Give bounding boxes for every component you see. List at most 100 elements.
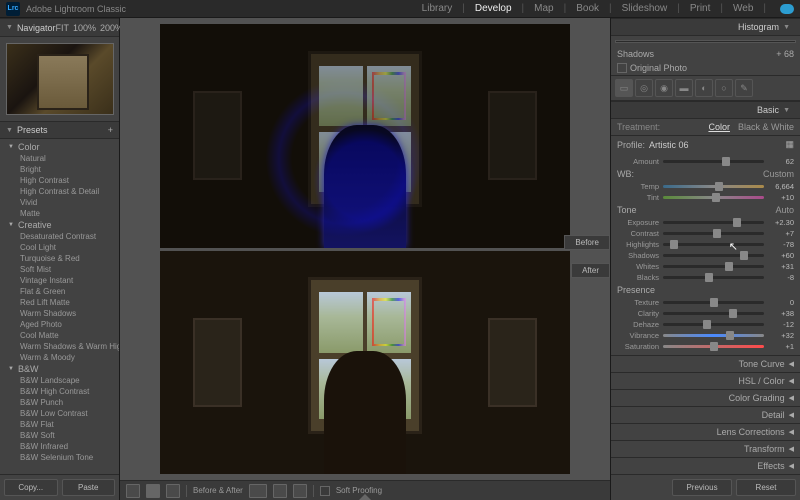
preset-item[interactable]: B&W High Contrast [0,386,119,397]
preset-item[interactable]: Natural [0,153,119,164]
preset-item[interactable]: B&W Flat [0,419,119,430]
slider-track[interactable] [663,265,764,268]
triangle-icon: ▼ [6,127,13,134]
compare-view-icon[interactable] [146,484,160,498]
panel-section[interactable]: Color Grading◀ [611,389,800,406]
profile-grid-icon[interactable]: ▦ [785,139,794,150]
reset-button[interactable]: Reset [736,479,796,496]
brush-tool-icon[interactable]: ✎ [735,79,753,97]
slider-track[interactable] [663,160,764,163]
panel-section[interactable]: Tone Curve◀ [611,355,800,372]
slider-track[interactable] [663,301,764,304]
mask-tool-icon[interactable]: ▬ [675,79,693,97]
preset-item[interactable]: B&W Landscape [0,375,119,386]
preset-item[interactable]: Warm & Moody [0,352,119,363]
preset-item[interactable]: Red Lift Matte [0,297,119,308]
module-slideshow[interactable]: Slideshow [622,3,668,14]
loupe-view-icon[interactable] [126,484,140,498]
before-label[interactable]: Before [564,235,610,250]
module-web[interactable]: Web [733,3,753,14]
filmstrip-toggle-icon[interactable] [359,494,371,500]
preset-item[interactable]: B&W Punch [0,397,119,408]
preset-item[interactable]: Aged Photo [0,319,119,330]
previous-button[interactable]: Previous [672,479,732,496]
preset-item[interactable]: Warm Shadows [0,308,119,319]
preset-group[interactable]: ▼B&W [0,363,119,375]
preset-item[interactable]: B&W Low Contrast [0,408,119,419]
preset-item[interactable]: Warm Shadows & Warm Highlights [0,341,119,352]
paste-button[interactable]: Paste [62,479,116,496]
preset-item[interactable]: Matte [0,208,119,219]
slider-track[interactable] [663,196,764,199]
panel-section[interactable]: HSL / Color◀ [611,372,800,389]
treatment-color[interactable]: Color [708,122,730,132]
soft-proof-checkbox[interactable] [320,486,330,496]
panel-section[interactable]: Effects◀ [611,457,800,474]
after-label[interactable]: After [571,263,610,278]
navigator-header[interactable]: ▼ Navigator FIT100%200%▸ [0,18,119,37]
slider-track[interactable] [663,254,764,257]
preset-group[interactable]: ▼Creative [0,219,119,231]
preset-item[interactable]: Cool Light [0,242,119,253]
after-image[interactable] [160,251,570,475]
slider-value: +38 [768,309,794,318]
slider-track[interactable] [663,276,764,279]
spot-tool-icon[interactable]: ◎ [635,79,653,97]
module-book[interactable]: Book [576,3,599,14]
preset-item[interactable]: Desaturated Contrast [0,231,119,242]
preset-group[interactable]: ▼Color [0,141,119,153]
slider-track[interactable] [663,312,764,315]
ba-horiz-icon[interactable] [249,484,267,498]
ba-swap-icon[interactable] [273,484,287,498]
panel-section[interactable]: Lens Corrections◀ [611,423,800,440]
preset-item[interactable]: Flat & Green [0,286,119,297]
crop-tool-icon[interactable]: ▭ [615,79,633,97]
preset-item[interactable]: B&W Soft [0,430,119,441]
preset-item[interactable]: Cool Matte [0,330,119,341]
cloud-sync-icon[interactable] [780,4,794,14]
preset-item[interactable]: Vintage Instant [0,275,119,286]
basic-header[interactable]: Basic ▼ [611,101,800,119]
treatment-bw[interactable]: Black & White [738,122,794,132]
zoom-fit[interactable]: FIT [55,23,69,33]
module-develop[interactable]: Develop [475,3,512,14]
preset-item[interactable]: High Contrast [0,175,119,186]
preset-item[interactable]: B&W Infrared [0,441,119,452]
slider-track[interactable] [663,185,764,188]
before-image[interactable] [160,24,570,248]
histogram-chart[interactable] [615,40,796,43]
slider-track[interactable] [663,323,764,326]
module-map[interactable]: Map [534,3,553,14]
titlebar: Lrc Adobe Lightroom Classic Library| Dev… [0,0,800,18]
slider-track[interactable] [663,345,764,348]
module-library[interactable]: Library [422,3,453,14]
preset-item[interactable]: B&W Selenium Tone [0,452,119,463]
slider-track[interactable] [663,232,764,235]
slider-value: +10 [768,193,794,202]
plus-icon[interactable]: + [108,125,113,135]
ref-view-icon[interactable] [166,484,180,498]
slider-track[interactable] [663,221,764,224]
slider-track[interactable] [663,243,764,246]
redeye-tool-icon[interactable]: ◉ [655,79,673,97]
preset-item[interactable]: High Contrast & Detail [0,186,119,197]
ba-copy-icon[interactable] [293,484,307,498]
zoom-100[interactable]: 100% [73,23,96,33]
radial-tool-icon[interactable]: ○ [715,79,733,97]
copy-button[interactable]: Copy... [4,479,58,496]
preset-item[interactable]: Vivid [0,197,119,208]
slider-track[interactable] [663,334,764,337]
original-label: Original Photo [630,63,687,73]
profile-value[interactable]: Artistic 06 [649,140,689,150]
navigator-thumbnail[interactable] [6,43,114,115]
histogram-header[interactable]: Histogram ▼ [611,18,800,36]
grad-tool-icon[interactable]: ◐ [695,79,713,97]
presets-header[interactable]: ▼ Presets + [0,121,119,139]
original-checkbox[interactable] [617,63,627,73]
panel-section[interactable]: Detail◀ [611,406,800,423]
panel-section[interactable]: Transform◀ [611,440,800,457]
preset-item[interactable]: Bright [0,164,119,175]
preset-item[interactable]: Turquoise & Red [0,253,119,264]
module-print[interactable]: Print [690,3,711,14]
preset-item[interactable]: Soft Mist [0,264,119,275]
